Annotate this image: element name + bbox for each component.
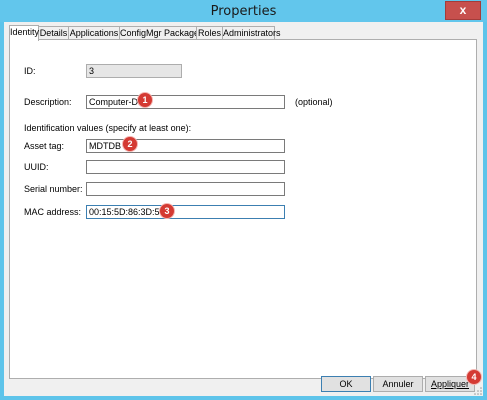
serial-number-label: Serial number:: [24, 184, 83, 194]
uuid-label: UUID:: [24, 162, 49, 172]
uuid-field[interactable]: [86, 160, 285, 174]
callout-badge-3: 3: [160, 204, 174, 218]
identity-panel: ID: 3 Description: Computer-DB (optional…: [9, 39, 477, 379]
title-bar: Properties x: [0, 0, 487, 22]
tab-configmgr-packages[interactable]: ConfigMgr Packages: [119, 26, 204, 40]
callout-badge-2: 2: [123, 137, 137, 151]
serial-number-field[interactable]: [86, 182, 285, 196]
callout-badge-1: 1: [138, 93, 152, 107]
tab-administrators[interactable]: Administrators: [222, 26, 281, 40]
optional-note: (optional): [295, 97, 333, 107]
tab-identity[interactable]: Identity: [9, 25, 39, 41]
dialog-body: Identity Details Applications ConfigMgr …: [4, 22, 483, 396]
tab-applications[interactable]: Applications: [68, 26, 120, 40]
id-field: 3: [86, 64, 182, 78]
tab-roles[interactable]: Roles: [196, 26, 223, 40]
identification-heading: Identification values (specify at least …: [24, 123, 192, 133]
ok-button[interactable]: OK: [321, 376, 371, 392]
window-title: Properties: [210, 4, 277, 19]
callout-badge-4: 4: [467, 370, 481, 384]
cancel-button[interactable]: Annuler: [373, 376, 423, 392]
close-button[interactable]: x: [445, 1, 481, 20]
resize-grip-icon[interactable]: [474, 387, 482, 395]
asset-tag-field[interactable]: MDTDB: [86, 139, 285, 153]
mac-address-field[interactable]: 00:15:5D:86:3D:51: [86, 205, 285, 219]
description-field[interactable]: Computer-DB: [86, 95, 285, 109]
tab-details[interactable]: Details: [38, 26, 69, 40]
mac-address-label: MAC address:: [24, 207, 82, 217]
asset-tag-label: Asset tag:: [24, 141, 65, 151]
id-label: ID:: [24, 66, 36, 76]
description-label: Description:: [24, 97, 72, 107]
